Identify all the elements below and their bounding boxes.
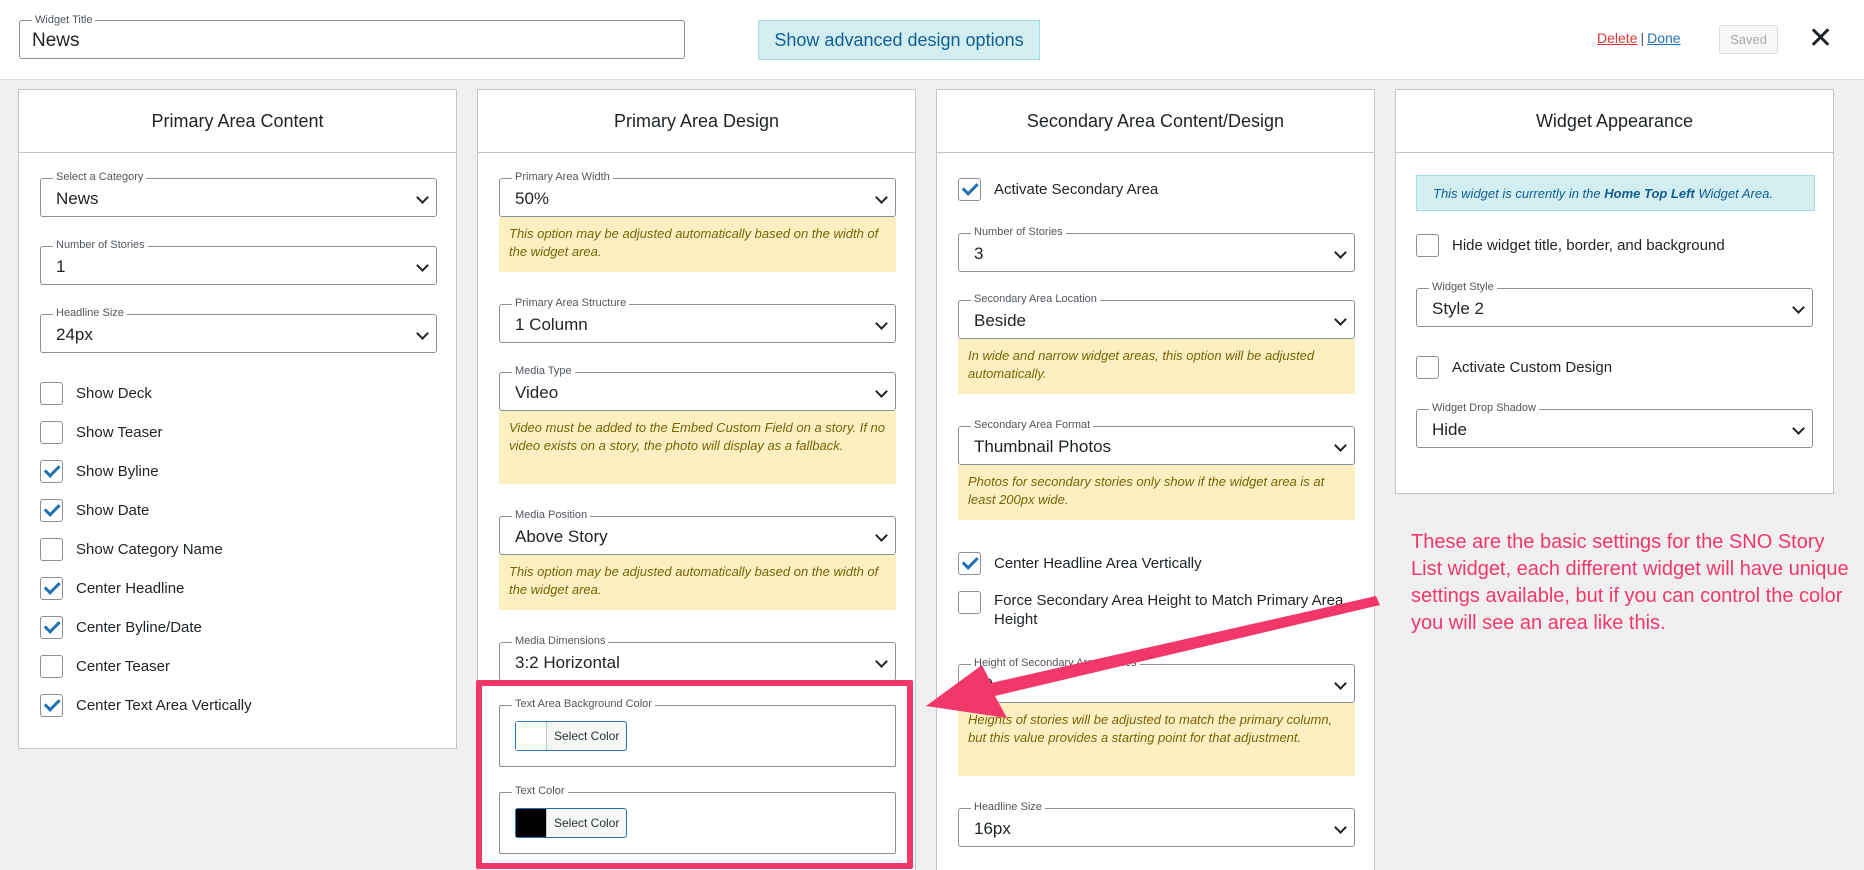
annotation-arrow (926, 596, 1380, 718)
annotation-text: These are the basic settings for the SNO… (1411, 531, 1849, 634)
